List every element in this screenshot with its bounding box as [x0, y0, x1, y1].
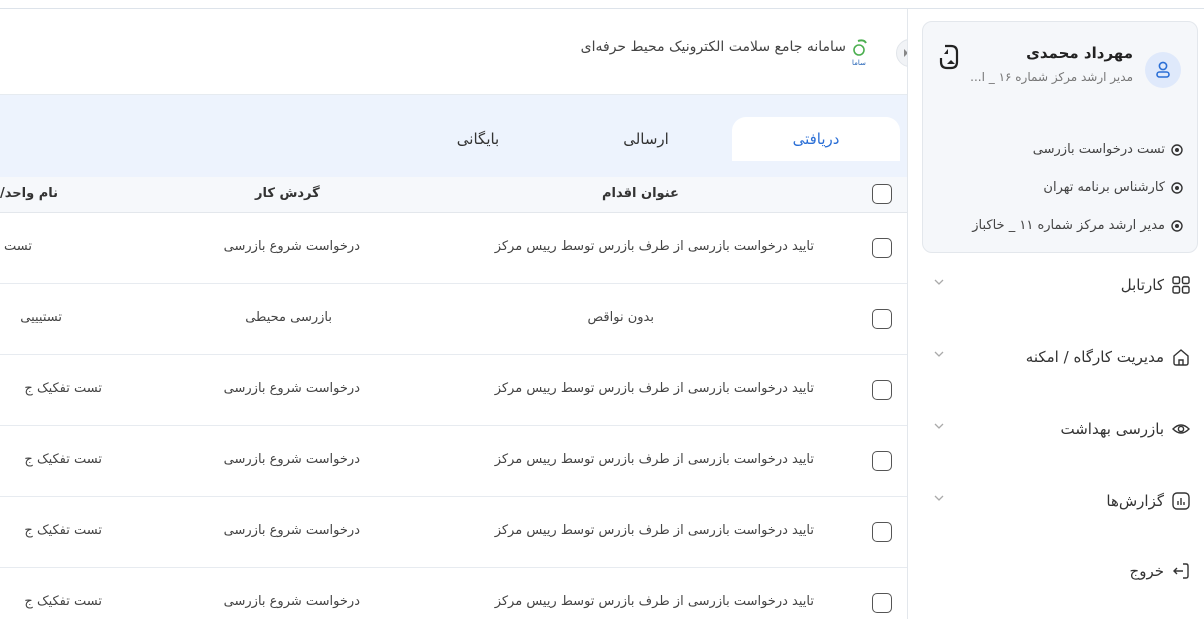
tab-received-label: دریافتی	[792, 130, 840, 148]
cell-action: تایید درخواست بازرسی از طرف بازرس توسط ر…	[494, 239, 814, 254]
sidebar: مهرداد محمدی مدیر ارشد مرکز شماره ۱۶ _ ا…	[908, 9, 1204, 619]
radio-icon	[1171, 181, 1183, 194]
cell-unit: تست	[4, 239, 32, 254]
tab-received[interactable]: دریافتی	[732, 117, 900, 161]
home-icon	[1173, 349, 1189, 366]
table-header: عنوان اقدام گردش کار نام واحد/	[0, 177, 907, 213]
cell-unit: تست تفکیک ج	[24, 594, 102, 609]
cell-workflow: درخواست شروع بازرسی	[223, 239, 360, 254]
cell-action: تایید درخواست بازرسی از طرف بازرس توسط ر…	[494, 452, 814, 467]
row-checkbox[interactable]	[872, 451, 892, 471]
cell-action: تایید درخواست بازرسی از طرف بازرس توسط ر…	[494, 594, 814, 609]
avatar[interactable]	[1145, 52, 1181, 88]
table-row[interactable]: تایید درخواست بازرسی از طرف بازرس توسط ر…	[0, 426, 907, 497]
role-item[interactable]: تست درخواست بازرسی	[1033, 142, 1183, 157]
role-item[interactable]: مدیر ارشد مرکز شماره ۱۱ _ خاکباز	[972, 218, 1183, 233]
role-item-label: تست درخواست بازرسی	[1032, 142, 1165, 157]
cell-action: بدون نواقص	[587, 310, 655, 325]
row-checkbox[interactable]	[872, 593, 892, 613]
logout-button[interactable]: خروج	[926, 553, 1190, 589]
sidebar-item-label: گزارش‌ها	[1106, 492, 1164, 510]
user-role: مدیر ارشد مرکز شماره ۱۶ _ ا...	[970, 70, 1133, 84]
cell-action: تایید درخواست بازرسی از طرف بازرس توسط ر…	[494, 523, 814, 538]
select-all-checkbox[interactable]	[872, 184, 892, 204]
sidebar-item-inspection[interactable]: بازرسی بهداشت	[926, 411, 1190, 447]
user-name: مهرداد محمدی	[1026, 44, 1133, 62]
main-panel: سامانه جامع سلامت الکترونیک محیط حرفه‌ای…	[0, 9, 908, 619]
tab-archive-label: بایگانی	[456, 130, 500, 148]
cell-action: تایید درخواست بازرسی از طرف بازرس توسط ر…	[494, 381, 814, 396]
app-title: سامانه جامع سلامت الکترونیک محیط حرفه‌ای	[580, 39, 846, 55]
sidebar-item-reports[interactable]: گزارش‌ها	[926, 483, 1190, 519]
role-item-label: مدیر ارشد مرکز شماره ۱۱ _ خاکباز	[972, 218, 1165, 233]
radio-icon	[1171, 219, 1183, 232]
app-frame: سامانه جامع سلامت الکترونیک محیط حرفه‌ای…	[0, 8, 1204, 619]
row-checkbox[interactable]	[872, 522, 892, 542]
chevron-down-icon[interactable]	[932, 491, 946, 505]
radio-icon	[1171, 143, 1183, 156]
column-header-unit: نام واحد/	[0, 186, 58, 201]
cell-unit: تست تفکیک ج	[24, 452, 102, 467]
cell-workflow: درخواست شروع بازرسی	[223, 523, 360, 538]
sidebar-item-label: مدیریت کارگاه / امکنه	[1025, 348, 1164, 366]
user-icon	[1156, 61, 1170, 78]
column-header-workflow: گردش کار	[255, 186, 320, 201]
cell-workflow: درخواست شروع بازرسی	[223, 452, 360, 467]
chart-icon	[1172, 492, 1190, 510]
logo-text: ساما	[852, 59, 866, 67]
role-item[interactable]: کارشناس برنامه تهران	[1043, 180, 1183, 195]
table-row[interactable]: تایید درخواست بازرسی از طرف بازرس توسط ر…	[0, 355, 907, 426]
role-item-label: کارشناس برنامه تهران	[1043, 180, 1165, 195]
tab-bar: دریافتی ارسالی بایگانی	[0, 95, 907, 177]
table-row[interactable]: بدون نواقص بازرسی محیطی تستیییی	[0, 284, 907, 355]
table-row[interactable]: تایید درخواست بازرسی از طرف بازرس توسط ر…	[0, 568, 907, 619]
grid-icon	[1172, 276, 1190, 294]
chevron-down-icon[interactable]	[932, 347, 946, 361]
sidebar-item-cartable[interactable]: کارتابل	[926, 267, 1190, 303]
profile-card: مهرداد محمدی مدیر ارشد مرکز شماره ۱۶ _ ا…	[922, 21, 1198, 253]
row-checkbox[interactable]	[872, 238, 892, 258]
document-icon[interactable]	[939, 44, 961, 72]
eye-icon	[1172, 424, 1190, 434]
sidebar-item-workshop[interactable]: مدیریت کارگاه / امکنه	[926, 339, 1190, 375]
tab-sent[interactable]: ارسالی	[586, 117, 706, 161]
table-row[interactable]: تایید درخواست بازرسی از طرف بازرس توسط ر…	[0, 213, 907, 284]
sidebar-item-label: کارتابل	[1120, 276, 1164, 294]
cell-unit: تستیییی	[20, 310, 62, 325]
logout-icon	[1173, 563, 1189, 579]
column-header-action: عنوان اقدام	[602, 186, 679, 201]
logout-label: خروج	[1129, 562, 1164, 580]
tab-archive[interactable]: بایگانی	[418, 117, 538, 161]
cell-unit: تست تفکیک ج	[24, 523, 102, 538]
cell-workflow: درخواست شروع بازرسی	[223, 381, 360, 396]
row-checkbox[interactable]	[872, 380, 892, 400]
cell-workflow: بازرسی محیطی	[245, 310, 332, 325]
top-bar: سامانه جامع سلامت الکترونیک محیط حرفه‌ای…	[0, 9, 907, 95]
cell-unit: تست تفکیک ج	[24, 381, 102, 396]
app-logo: ساما	[852, 39, 867, 67]
sidebar-item-label: بازرسی بهداشت	[1060, 420, 1165, 438]
table-row[interactable]: تایید درخواست بازرسی از طرف بازرس توسط ر…	[0, 497, 907, 568]
chevron-down-icon[interactable]	[932, 275, 946, 289]
cell-workflow: درخواست شروع بازرسی	[223, 594, 360, 609]
tab-sent-label: ارسالی	[623, 130, 669, 148]
sidebar-toggle-button[interactable]	[896, 39, 907, 67]
chevron-down-icon[interactable]	[932, 419, 946, 433]
row-checkbox[interactable]	[872, 309, 892, 329]
